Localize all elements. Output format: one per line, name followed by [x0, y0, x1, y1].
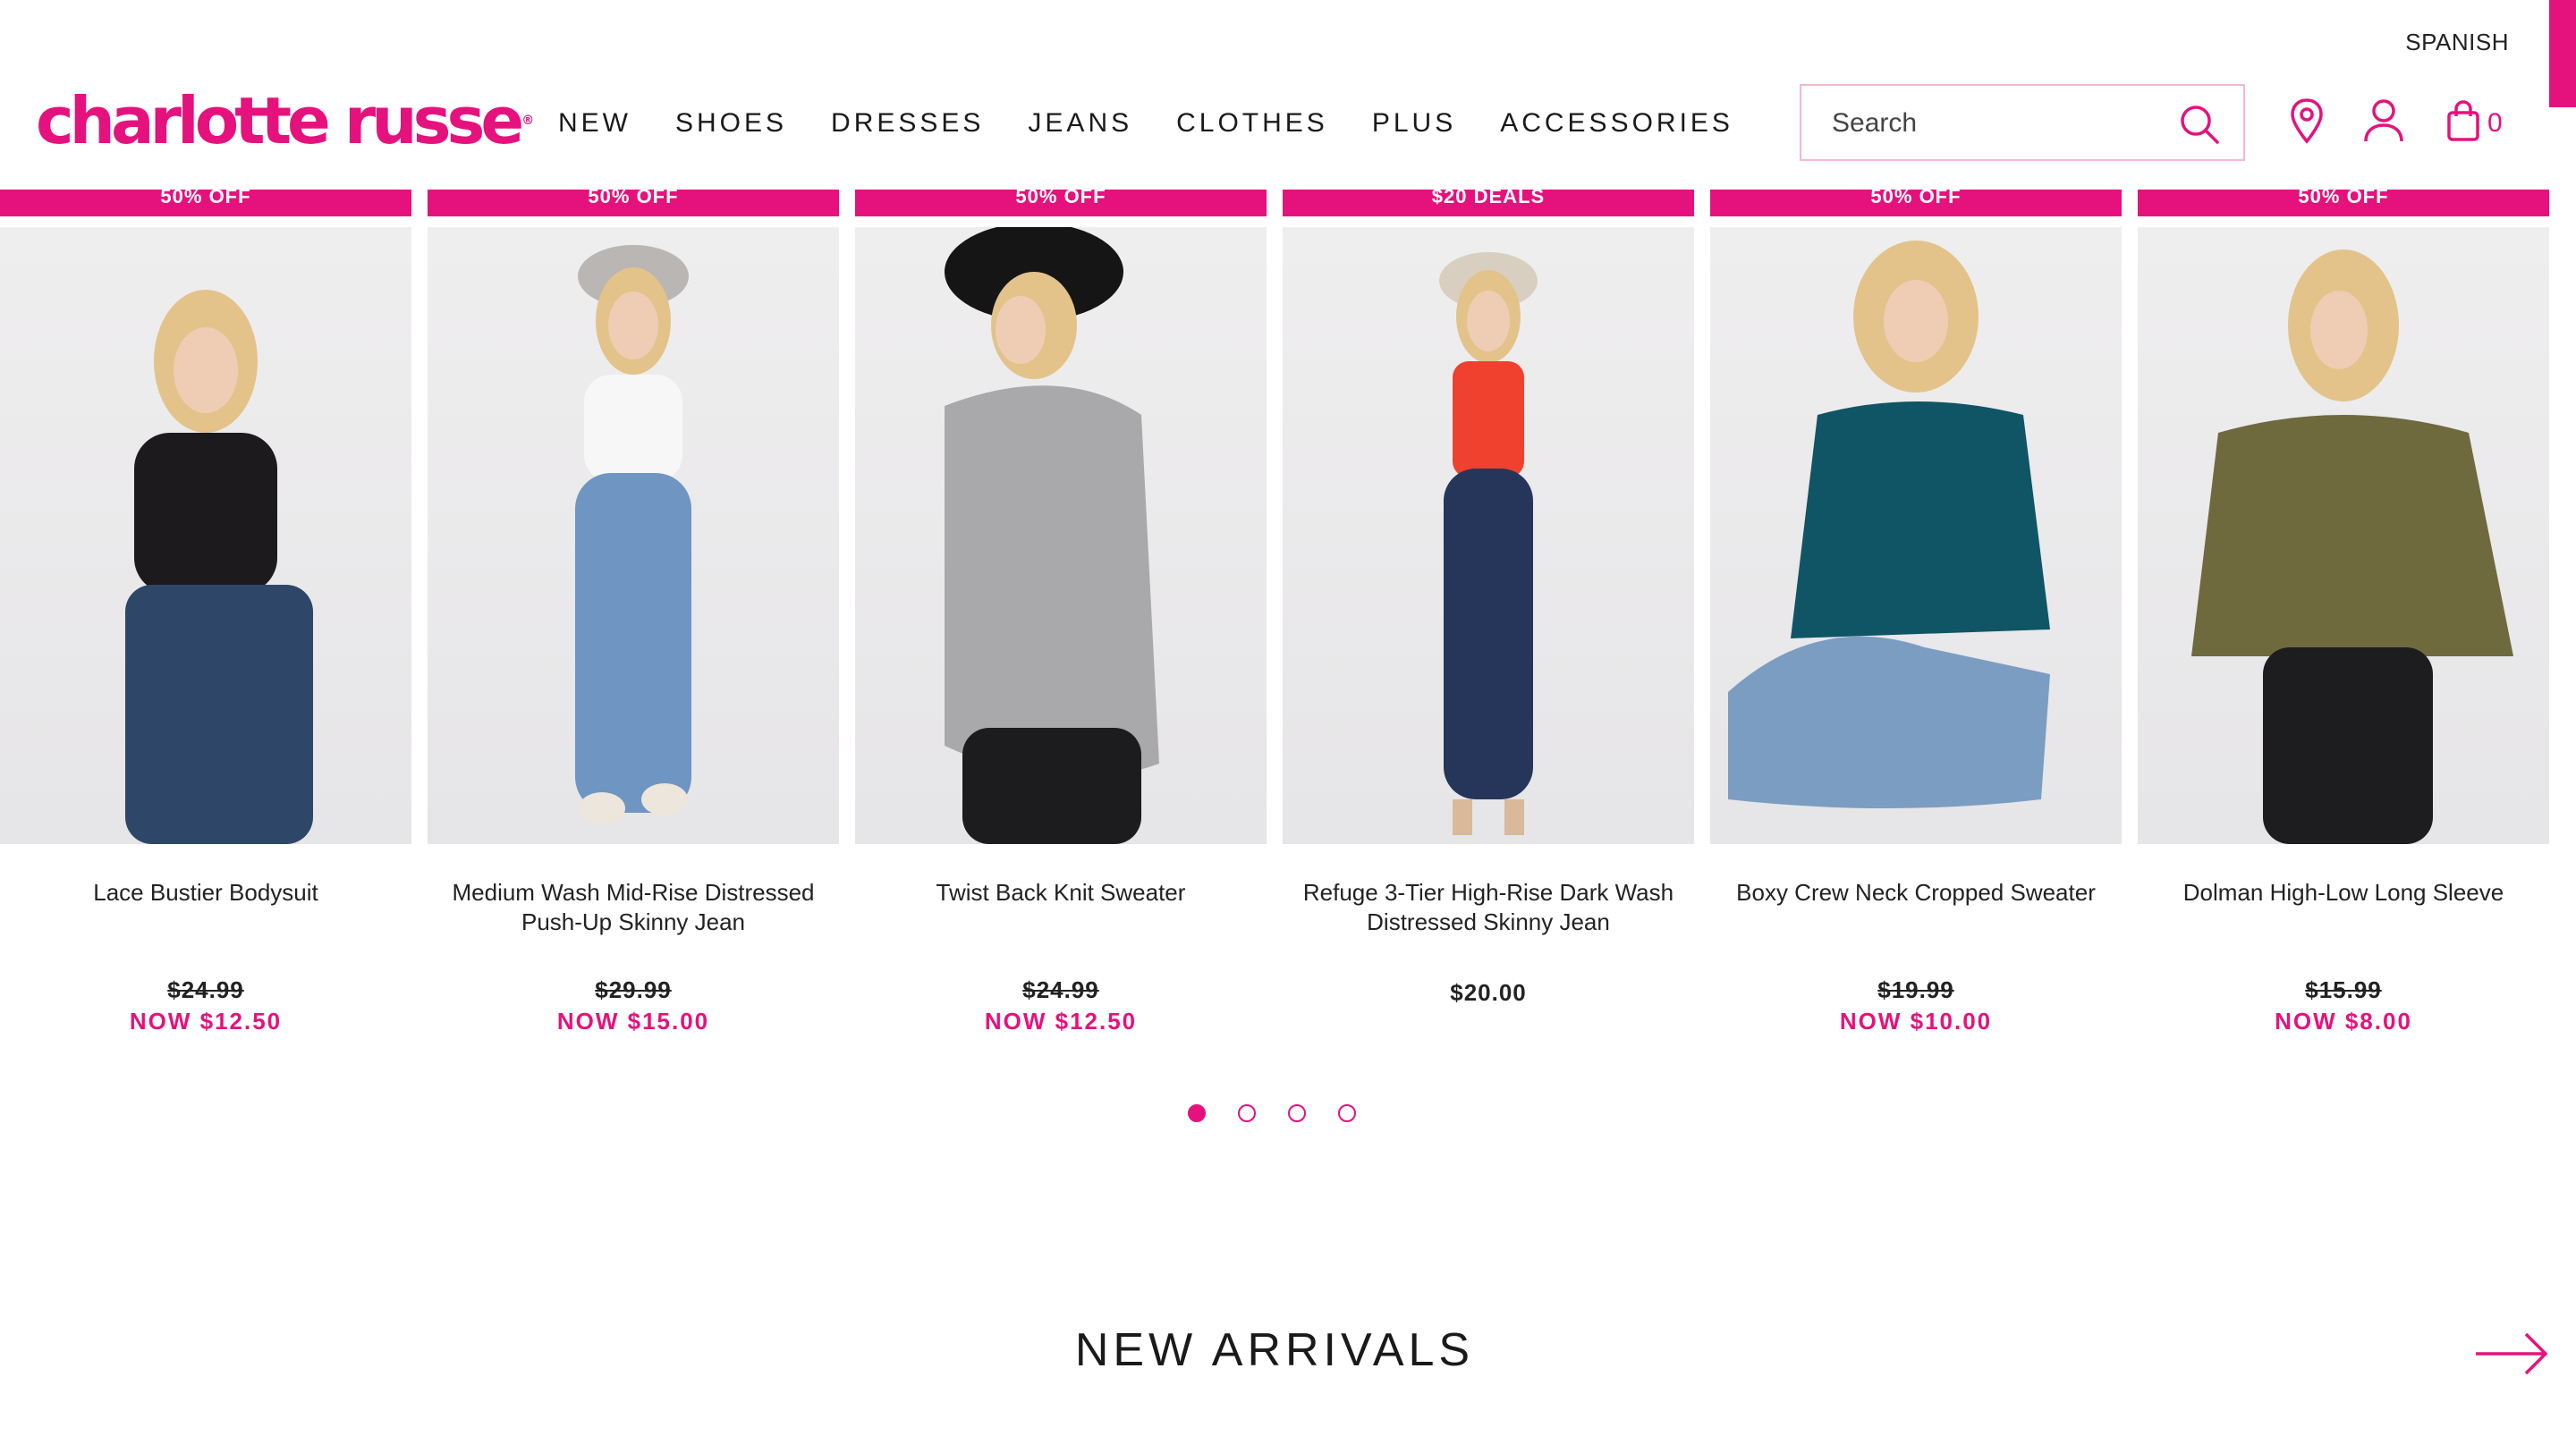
sale-price: NOW $12.50 — [984, 1008, 1138, 1035]
nav-item-plus[interactable]: PLUS — [1372, 106, 1456, 141]
logo-registered-mark: ® — [521, 114, 535, 128]
promo-badge: 50% OFF — [2138, 190, 2549, 216]
product-name[interactable]: Dolman High-Low Long Sleeve — [2138, 878, 2549, 937]
product-name[interactable]: Twist Back Knit Sweater — [855, 878, 1267, 937]
product-card[interactable]: $20 DEALS Refuge 3-Tier High-Rise Dark W… — [1283, 190, 1694, 1010]
product-card[interactable]: 50% OFF Twist Back Knit Sweater $24.99 N… — [855, 190, 1267, 1037]
model-figure — [125, 290, 313, 844]
promo-badge: 50% OFF — [1710, 190, 2122, 216]
price-block: $15.99 NOW $8.00 — [2138, 975, 2549, 1037]
side-feedback-tab[interactable] — [2549, 0, 2576, 107]
cart-count[interactable]: 0 — [2487, 106, 2503, 141]
price-block: $20.00 — [1283, 975, 1694, 1010]
original-price: $19.99 — [1877, 976, 1954, 1003]
product-image[interactable] — [1710, 227, 2122, 844]
original-price: $29.99 — [595, 976, 672, 1003]
product-image[interactable] — [855, 227, 1267, 844]
sale-price: NOW $10.00 — [1839, 1008, 1993, 1035]
nav-item-clothes[interactable]: CLOTHES — [1176, 106, 1328, 141]
product-card[interactable]: 50% OFF Medium Wash Mid-Rise Distressed … — [428, 190, 839, 1037]
promo-badge: 50% OFF — [855, 190, 1267, 216]
price-block: $24.99 NOW $12.50 — [0, 975, 411, 1037]
price-block: $24.99 NOW $12.50 — [855, 975, 1267, 1037]
product-card[interactable]: 50% OFF Boxy Crew Neck Cropped Sweater $… — [1710, 190, 2122, 1037]
original-price: $15.99 — [2305, 976, 2382, 1003]
search-icon[interactable] — [2179, 104, 2220, 145]
shopping-bag-icon[interactable] — [2445, 97, 2481, 147]
carousel-pagination — [1188, 1104, 1388, 1122]
price-block: $29.99 NOW $15.00 — [428, 975, 839, 1037]
logo-text: charlotte russe — [36, 83, 524, 158]
price-block: $19.99 NOW $10.00 — [1710, 975, 2122, 1037]
nav-item-new[interactable]: NEW — [558, 106, 631, 141]
product-image[interactable] — [2138, 227, 2549, 844]
product-image[interactable] — [1283, 227, 1694, 844]
product-card[interactable]: 50% OFF Dolman High-Low Long Sleeve $15.… — [2138, 190, 2549, 1037]
nav-item-jeans[interactable]: JEANS — [1028, 106, 1132, 141]
product-name[interactable]: Medium Wash Mid-Rise Distressed Push-Up … — [428, 878, 839, 937]
promo-badge: 50% OFF — [0, 190, 411, 216]
product-carousel: 50% OFF Lace Bustier Bodysuit $24.99 NOW… — [0, 190, 2549, 1048]
product-image[interactable] — [428, 227, 839, 844]
model-figure — [2191, 249, 2513, 844]
model-figure — [1439, 252, 1538, 835]
store-locator-pin-icon[interactable] — [2286, 97, 2327, 147]
product-name[interactable]: Lace Bustier Bodysuit — [0, 878, 411, 937]
main-nav: NEW SHOES DRESSES JEANS CLOTHES PLUS ACC… — [558, 106, 1777, 141]
search-input[interactable] — [1830, 102, 2174, 145]
sale-price: NOW $12.50 — [129, 1008, 283, 1035]
model-figure — [575, 245, 691, 824]
language-link[interactable]: SPANISH — [2405, 29, 2509, 56]
product-card[interactable]: 50% OFF Lace Bustier Bodysuit $24.99 NOW… — [0, 190, 411, 1037]
nav-item-accessories[interactable]: ACCESSORIES — [1500, 106, 1733, 141]
original-price: $24.99 — [1022, 976, 1099, 1003]
carousel-dot[interactable] — [1238, 1104, 1256, 1122]
nav-item-dresses[interactable]: DRESSES — [831, 106, 984, 141]
product-image[interactable] — [0, 227, 411, 844]
sale-price: NOW $15.00 — [556, 1008, 710, 1035]
carousel-dot[interactable] — [1288, 1104, 1306, 1122]
promo-badge: 50% OFF — [428, 190, 839, 216]
original-price: $24.99 — [167, 976, 244, 1003]
promo-badge: $20 DEALS — [1283, 190, 1694, 216]
price: $20.00 — [1450, 979, 1527, 1006]
section-title-new-arrivals: NEW ARRIVALS — [1074, 1324, 1475, 1376]
sale-price: NOW $8.00 — [2275, 1008, 2412, 1035]
arrow-right-icon[interactable] — [2474, 1329, 2549, 1379]
brand-logo[interactable]: charlotte russe ® — [36, 85, 534, 156]
model-figure — [945, 227, 1159, 844]
product-name[interactable]: Refuge 3-Tier High-Rise Dark Wash Distre… — [1283, 878, 1694, 937]
model-figure — [1728, 241, 2050, 808]
carousel-dot[interactable] — [1338, 1104, 1356, 1122]
search-box — [1800, 84, 2245, 161]
nav-item-shoes[interactable]: SHOES — [675, 106, 787, 141]
product-name[interactable]: Boxy Crew Neck Cropped Sweater — [1710, 878, 2122, 937]
account-user-icon[interactable] — [2363, 97, 2404, 147]
carousel-dot[interactable] — [1188, 1104, 1206, 1122]
